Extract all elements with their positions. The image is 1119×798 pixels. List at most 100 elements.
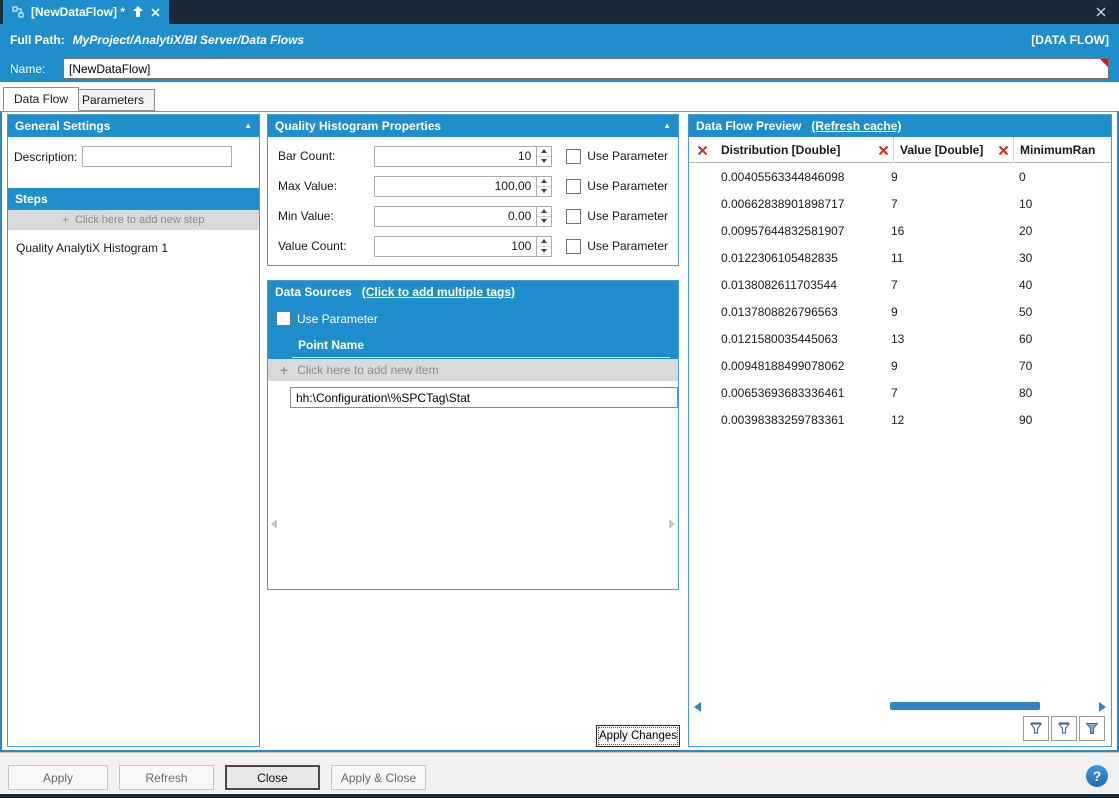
data-sources-header: Data Sources (Click to add multiple tags… bbox=[268, 281, 678, 303]
table-row[interactable]: 0.0122306105482835 11 30 bbox=[689, 244, 1111, 271]
data-flow-preview-header: Data Flow Preview (Refresh cache) bbox=[689, 115, 1111, 137]
use-parameter-checkbox[interactable] bbox=[566, 149, 581, 164]
spin-up-icon[interactable] bbox=[537, 237, 551, 246]
scroll-right-icon[interactable] bbox=[669, 519, 675, 529]
table-row[interactable]: 0.00653693683336461 7 80 bbox=[689, 379, 1111, 406]
value-count-row: Value Count: 100 Use Parameter bbox=[268, 231, 678, 261]
value-count-stepper[interactable]: 100 bbox=[374, 236, 552, 257]
table-row[interactable]: 0.0121580035445063 13 60 bbox=[689, 325, 1111, 352]
description-label: Description: bbox=[14, 150, 77, 164]
document-tab[interactable]: [NewDataFlow] * bbox=[3, 0, 169, 24]
tab-close-icon[interactable] bbox=[151, 8, 160, 17]
min-value-stepper[interactable]: 0.00 bbox=[374, 206, 552, 227]
use-parameter-label: Use Parameter bbox=[587, 209, 668, 223]
remove-column-icon[interactable] bbox=[993, 145, 1013, 156]
add-item-label: Click here to add new item bbox=[297, 363, 438, 377]
collapse-arrow-icon[interactable]: ▲ bbox=[244, 122, 252, 130]
full-path-value: MyProject/AnalytiX/BI Server/Data Flows bbox=[73, 33, 304, 47]
tab-parameters[interactable]: Parameters bbox=[71, 89, 155, 111]
use-parameter-checkbox[interactable] bbox=[566, 179, 581, 194]
point-name-input[interactable] bbox=[290, 387, 678, 408]
refresh-cache-link[interactable]: (Refresh cache) bbox=[811, 119, 901, 133]
spin-down-icon[interactable] bbox=[537, 246, 551, 256]
collapse-arrow-icon[interactable]: ▲ bbox=[663, 122, 671, 130]
tab-data-flow[interactable]: Data Flow bbox=[3, 87, 79, 111]
steps-header: Steps bbox=[8, 188, 259, 210]
bar-count-stepper[interactable]: 10 bbox=[374, 146, 552, 167]
min-value-row: Min Value: 0.00 Use Parameter bbox=[268, 201, 678, 231]
column-header-minimumrange[interactable]: MinimumRan bbox=[1013, 137, 1111, 163]
add-step-row[interactable]: + Click here to add new step bbox=[8, 210, 259, 230]
add-item-row[interactable]: + Click here to add new item bbox=[268, 359, 678, 381]
filter-toolbar bbox=[1023, 716, 1105, 741]
use-parameter-label: Use Parameter bbox=[587, 149, 668, 163]
preview-grid-body: 0.00405563344846098 9 0 0.00662838901898… bbox=[689, 163, 1111, 433]
table-row[interactable]: 0.00398383259783361 12 90 bbox=[689, 406, 1111, 433]
table-row[interactable]: 0.0138082611703544 7 40 bbox=[689, 271, 1111, 298]
window-close-icon[interactable] bbox=[1093, 4, 1109, 20]
table-row[interactable]: 0.00948188499078062 9 70 bbox=[689, 352, 1111, 379]
delete-row-column-icon[interactable] bbox=[689, 145, 715, 156]
close-button[interactable]: Close bbox=[225, 765, 320, 790]
spin-down-icon[interactable] bbox=[537, 156, 551, 166]
window-titlebar: [NewDataFlow] * bbox=[0, 0, 1119, 24]
use-parameter-checkbox[interactable] bbox=[566, 239, 581, 254]
scroll-right-icon[interactable] bbox=[1099, 702, 1106, 712]
use-parameter-checkbox[interactable] bbox=[566, 209, 581, 224]
scroll-left-icon[interactable] bbox=[271, 519, 277, 529]
step-item[interactable]: Quality AnalytiX Histogram 1 bbox=[8, 230, 259, 266]
preview-grid-header: Distribution [Double] Value [Double] Min… bbox=[689, 137, 1111, 163]
footer-bar: Apply Refresh Close Apply & Close ? bbox=[0, 752, 1119, 794]
dataflow-icon bbox=[12, 6, 24, 18]
table-row[interactable]: 0.0137808826796563 9 50 bbox=[689, 298, 1111, 325]
spin-down-icon[interactable] bbox=[537, 216, 551, 226]
table-row[interactable]: 0.00662838901898717 7 10 bbox=[689, 190, 1111, 217]
value-count-label: Value Count: bbox=[278, 239, 374, 253]
remove-column-icon[interactable] bbox=[873, 145, 893, 156]
horizontal-scrollbar[interactable] bbox=[690, 700, 1110, 714]
spin-up-icon[interactable] bbox=[537, 177, 551, 186]
column-header-value[interactable]: Value [Double] bbox=[893, 137, 993, 163]
general-settings-header[interactable]: General Settings ▲ bbox=[8, 115, 259, 137]
help-icon[interactable]: ? bbox=[1086, 765, 1108, 787]
general-settings-panel: General Settings ▲ Description: Steps + … bbox=[7, 114, 260, 747]
use-parameter-label: Use Parameter bbox=[587, 179, 668, 193]
item-type-badge: [DATA FLOW] bbox=[1031, 33, 1109, 47]
data-sources-panel: Data Sources (Click to add multiple tags… bbox=[267, 280, 679, 590]
min-value-label: Min Value: bbox=[278, 209, 374, 223]
apply-button[interactable]: Apply bbox=[8, 765, 108, 790]
main-content: General Settings ▲ Description: Steps + … bbox=[0, 111, 1119, 752]
scroll-left-icon[interactable] bbox=[694, 702, 701, 712]
window-bottom-edge bbox=[0, 794, 1119, 798]
spin-down-icon[interactable] bbox=[537, 186, 551, 196]
document-tab-title: [NewDataFlow] * bbox=[31, 5, 125, 19]
spin-up-icon[interactable] bbox=[537, 207, 551, 216]
histogram-properties-header[interactable]: Quality Histogram Properties ▲ bbox=[268, 115, 678, 137]
column-header-distribution[interactable]: Distribution [Double] bbox=[715, 143, 873, 157]
modified-flag-icon bbox=[1100, 59, 1108, 67]
description-input[interactable] bbox=[82, 146, 232, 167]
max-value-stepper[interactable]: 100.00 bbox=[374, 176, 552, 197]
use-parameter-checkbox[interactable] bbox=[276, 311, 291, 326]
histogram-properties-panel: Quality Histogram Properties ▲ Bar Count… bbox=[267, 114, 679, 266]
tab-strip: Data Flow Parameters bbox=[0, 82, 1119, 111]
scrollbar-thumb[interactable] bbox=[890, 702, 1040, 710]
plus-icon: + bbox=[280, 362, 288, 378]
filter-clear-button[interactable] bbox=[1023, 716, 1049, 741]
add-multiple-tags-link[interactable]: (Click to add multiple tags) bbox=[362, 285, 515, 299]
pin-up-icon[interactable] bbox=[132, 6, 144, 18]
refresh-button[interactable]: Refresh bbox=[119, 765, 214, 790]
table-row[interactable]: 0.00405563344846098 9 0 bbox=[689, 163, 1111, 190]
point-name-column-header[interactable]: Point Name bbox=[292, 334, 670, 358]
apply-changes-button[interactable]: Apply Changes bbox=[596, 725, 680, 747]
table-row[interactable]: 0.00957644832581907 16 20 bbox=[689, 217, 1111, 244]
spin-up-icon[interactable] bbox=[537, 147, 551, 156]
bar-count-label: Bar Count: bbox=[278, 149, 374, 163]
filter-button[interactable] bbox=[1079, 716, 1105, 741]
apply-and-close-button[interactable]: Apply & Close bbox=[331, 765, 426, 790]
general-settings-title: General Settings bbox=[15, 119, 110, 133]
name-input[interactable] bbox=[63, 58, 1109, 79]
data-flow-preview-panel: Data Flow Preview (Refresh cache) Distri… bbox=[688, 114, 1112, 747]
add-step-label: Click here to add new step bbox=[75, 214, 205, 226]
filter-row-button[interactable] bbox=[1051, 716, 1077, 741]
